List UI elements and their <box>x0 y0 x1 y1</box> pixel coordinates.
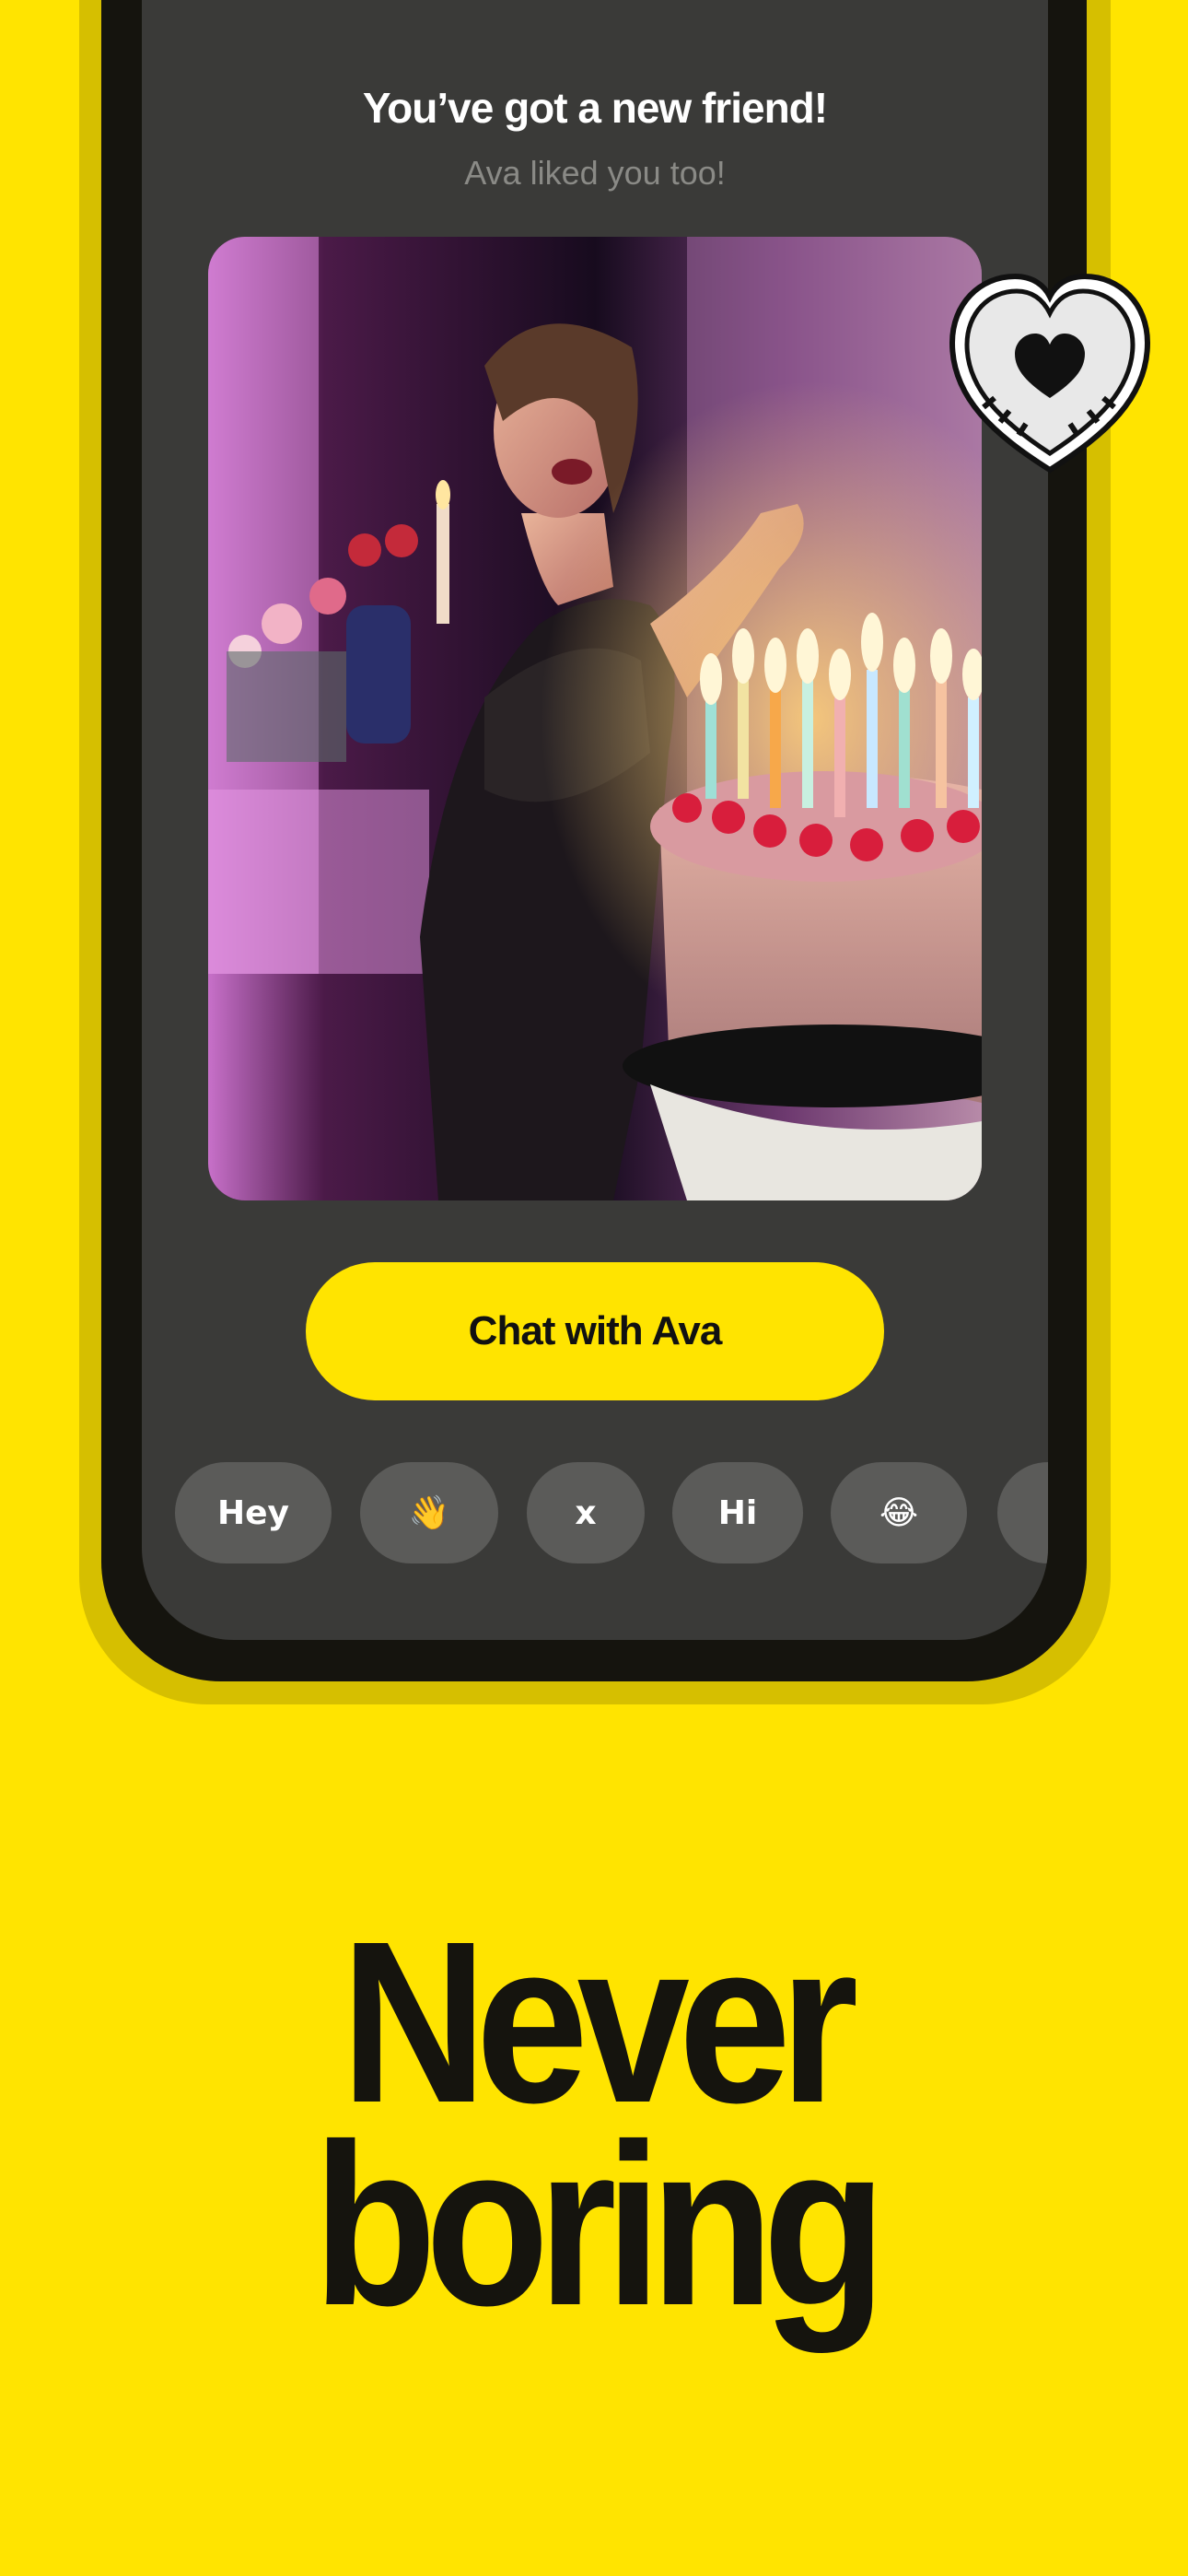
quick-reply-hey[interactable]: Hey <box>175 1462 332 1563</box>
quick-reply-laugh[interactable]: 😂 <box>831 1462 967 1563</box>
quick-reply-more[interactable] <box>997 1462 1048 1563</box>
quick-reply-hi[interactable]: Hi <box>672 1462 803 1563</box>
headline-line-2: boring <box>312 2096 887 2353</box>
quick-replies: Hey 👋 x Hi 😂 <box>175 1462 1048 1563</box>
chat-button[interactable]: Chat with Ava <box>306 1262 884 1400</box>
quick-reply-wave[interactable]: 👋 <box>360 1462 498 1563</box>
quick-reply-x[interactable]: x <box>527 1462 645 1563</box>
phone-screen: You’ve got a new friend! Ava liked you t… <box>142 0 1048 1640</box>
heart-icon <box>939 260 1160 481</box>
profile-photo[interactable] <box>208 237 982 1200</box>
match-subtitle: Ava liked you too! <box>464 154 726 192</box>
match-title: You’ve got a new friend! <box>362 84 828 132</box>
headline: Never boring <box>71 1893 1116 2353</box>
headline-line-1: Never <box>341 1893 858 2150</box>
